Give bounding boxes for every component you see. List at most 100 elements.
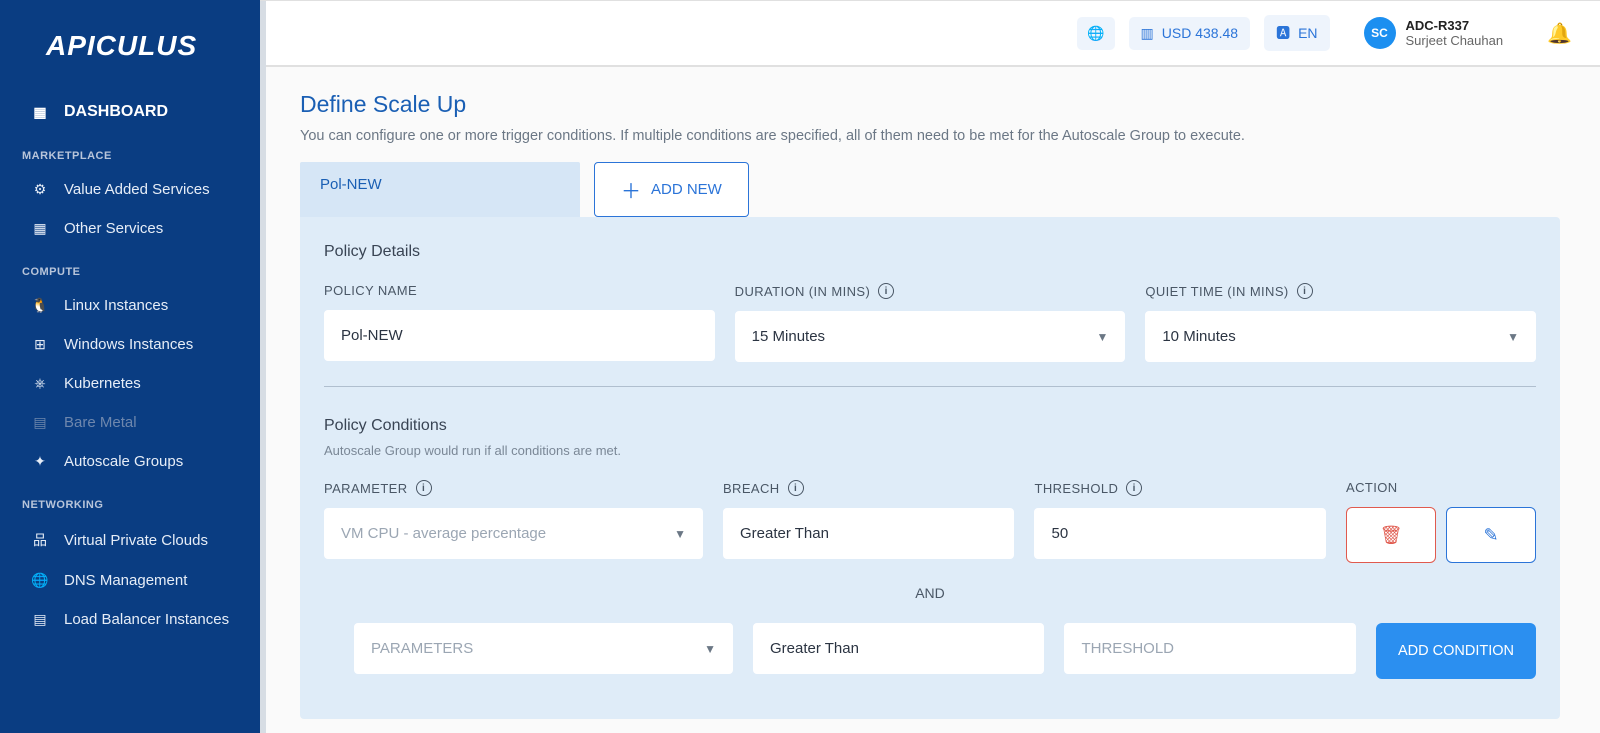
sidebar-item-label: Value Added Services [64, 181, 210, 198]
delete-condition-button[interactable]: 🗑 [1346, 507, 1436, 563]
and-divider: AND [324, 585, 1536, 601]
sidebar-item-kubernetes[interactable]: ⎈ Kubernetes [0, 364, 260, 403]
policy-conditions-heading: Policy Conditions [324, 417, 1536, 435]
content: Define Scale Up You can configure one or… [260, 67, 1600, 733]
policy-details-heading: Policy Details [324, 243, 1536, 261]
sidebar-item-label: Load Balancer Instances [64, 611, 229, 628]
action-label: ACTION [1346, 480, 1536, 495]
parameter-select[interactable]: VM CPU - average percentage ▼ [324, 508, 703, 559]
chevron-down-icon: ▼ [1096, 330, 1108, 344]
duration-select[interactable]: 15 Minutes ▼ [735, 311, 1126, 362]
sidebar-item-windows[interactable]: ⊞ Windows Instances [0, 325, 260, 364]
topbar: 🌐 ▥ USD 438.48 🅰 EN SC ADC-R337 Surjeet … [260, 1, 1600, 67]
sidebar-item-baremetal[interactable]: ▤ Bare Metal [0, 403, 260, 442]
linux-icon: 🐧 [30, 297, 50, 314]
add-new-button[interactable]: ＋ ADD NEW [594, 162, 749, 217]
dashboard-icon: ▦ [30, 104, 50, 121]
quiet-time-select[interactable]: 10 Minutes ▼ [1145, 311, 1536, 362]
sidebar-item-label: Windows Instances [64, 336, 193, 353]
policy-name-input[interactable]: Pol-NEW [324, 310, 715, 361]
info-icon[interactable]: i [1126, 480, 1142, 496]
info-icon[interactable]: i [1297, 283, 1313, 299]
page-title: Define Scale Up [300, 91, 1560, 118]
policy-conditions-note: Autoscale Group would run if all conditi… [324, 443, 1536, 458]
user-name: Surjeet Chauhan [1406, 33, 1504, 48]
vas-icon: ⚙ [30, 181, 50, 198]
info-icon[interactable]: i [878, 283, 894, 299]
wallet-icon: ▥ [1141, 25, 1154, 42]
windows-icon: ⊞ [30, 336, 50, 353]
translate-icon: 🅰 [1276, 23, 1290, 43]
autoscale-icon: ✦ [30, 453, 50, 470]
loadbalancer-icon: ▤ [30, 611, 50, 628]
quiet-time-value: 10 Minutes [1162, 328, 1235, 345]
balance-value: USD 438.48 [1162, 25, 1238, 41]
parameter-value: VM CPU - average percentage [341, 525, 546, 542]
notifications-button[interactable]: 🔔 [1547, 21, 1572, 46]
threshold-input-new[interactable]: THRESHOLD [1064, 623, 1356, 674]
quiet-time-label: QUIET TIME (IN MINS) i [1145, 283, 1536, 299]
sidebar-item-autoscale[interactable]: ✦ Autoscale Groups [0, 442, 260, 481]
chevron-down-icon: ▼ [704, 642, 716, 656]
parameter-select-new[interactable]: PARAMETERS ▼ [354, 623, 733, 674]
sidebar-item-vas[interactable]: ⚙ Value Added Services [0, 170, 260, 209]
kubernetes-icon: ⎈ [30, 375, 50, 392]
sidebar-item-other[interactable]: ▦ Other Services [0, 209, 260, 248]
sidebar-item-vpc[interactable]: 品 Virtual Private Clouds [0, 519, 260, 561]
brand-logo: APICULUS [0, 20, 260, 92]
edit-condition-button[interactable]: ✎ [1446, 507, 1536, 563]
page-subtitle: You can configure one or more trigger co… [300, 128, 1560, 144]
policy-tab[interactable]: Pol-NEW [300, 162, 580, 217]
trash-icon: 🗑 [1380, 525, 1403, 546]
language-value: EN [1298, 25, 1317, 41]
plus-icon: ＋ [621, 175, 641, 204]
info-icon[interactable]: i [416, 480, 432, 496]
duration-value: 15 Minutes [752, 328, 825, 345]
breach-value: Greater Than [723, 508, 1015, 559]
add-new-label: ADD NEW [651, 181, 722, 198]
policy-tabs: Pol-NEW ＋ ADD NEW [300, 162, 1560, 217]
server-icon: ▤ [30, 414, 50, 431]
sidebar-item-label: Bare Metal [64, 414, 137, 431]
avatar: SC [1364, 17, 1396, 49]
globe-icon: 🌐 [1087, 25, 1104, 42]
chevron-down-icon: ▼ [1507, 330, 1519, 344]
sidebar-item-label: DNS Management [64, 572, 187, 589]
network-icon: 品 [30, 530, 50, 550]
sidebar-item-label: Virtual Private Clouds [64, 532, 208, 549]
sidebar-item-dns[interactable]: 🌐 DNS Management [0, 561, 260, 600]
breach-label: BREACH i [723, 480, 1015, 496]
sidebar-section-networking: NETWORKING [0, 481, 260, 519]
sidebar-item-linux[interactable]: 🐧 Linux Instances [0, 286, 260, 325]
parameter-label: PARAMETER i [324, 480, 703, 496]
globe-icon: 🌐 [30, 572, 50, 589]
grid-icon: ▦ [30, 220, 50, 237]
bell-icon: 🔔 [1547, 23, 1572, 45]
add-condition-button[interactable]: ADD CONDITION [1376, 623, 1536, 679]
sidebar: APICULUS ▦ DASHBOARD MARKETPLACE ⚙ Value… [0, 0, 260, 733]
chevron-down-icon: ▼ [674, 527, 686, 541]
threshold-value: 50 [1034, 508, 1326, 559]
language-chip[interactable]: 🅰 EN [1264, 15, 1329, 51]
sidebar-section-marketplace: MARKETPLACE [0, 132, 260, 170]
sidebar-item-label: Other Services [64, 220, 163, 237]
info-icon[interactable]: i [788, 480, 804, 496]
sidebar-item-lb[interactable]: ▤ Load Balancer Instances [0, 600, 260, 639]
user-menu[interactable]: SC ADC-R337 Surjeet Chauhan [1364, 17, 1504, 49]
policy-name-label: POLICY NAME [324, 283, 715, 298]
sidebar-item-label: Linux Instances [64, 297, 168, 314]
policy-panel: Policy Details POLICY NAME Pol-NEW DURAT… [300, 217, 1560, 719]
sidebar-item-dashboard[interactable]: ▦ DASHBOARD [0, 92, 260, 132]
account-id: ADC-R337 [1406, 18, 1504, 33]
pencil-icon: ✎ [1483, 525, 1498, 546]
sidebar-item-label: Kubernetes [64, 375, 141, 392]
balance-chip[interactable]: ▥ USD 438.48 [1129, 17, 1251, 50]
parameter-placeholder: PARAMETERS [371, 640, 704, 657]
breach-value-new: Greater Than [753, 623, 1045, 674]
duration-label: DURATION (IN MINS) i [735, 283, 1126, 299]
main-area: 🌐 ▥ USD 438.48 🅰 EN SC ADC-R337 Surjeet … [260, 0, 1600, 733]
globe-button[interactable]: 🌐 [1077, 17, 1114, 50]
divider [324, 386, 1536, 387]
threshold-label: THRESHOLD i [1034, 480, 1326, 496]
sidebar-section-compute: COMPUTE [0, 248, 260, 286]
